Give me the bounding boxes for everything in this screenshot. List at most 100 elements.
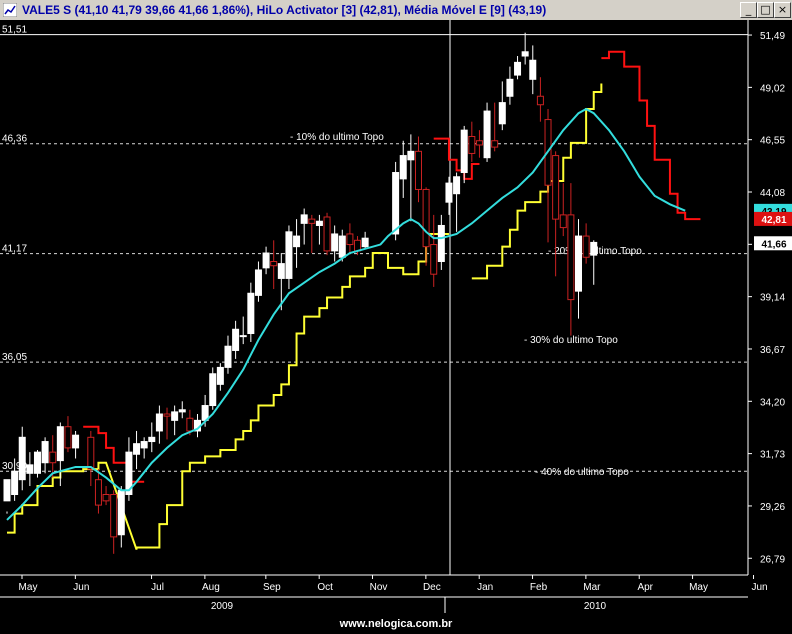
y-tick-label: 36,67 [760, 345, 785, 356]
hilo-value-tag: 42,81 [761, 215, 786, 226]
candle-body [49, 451, 57, 464]
x-month-label: Jan [477, 582, 493, 593]
level-label-1: 46,36 [2, 134, 27, 145]
candle-body [567, 214, 575, 301]
candle-body [529, 59, 537, 80]
level-note-1: - 10% do ultimo Topo [290, 132, 384, 143]
candle-body [308, 218, 316, 224]
candle-body [468, 136, 476, 154]
candle-body [453, 176, 461, 195]
candle-body [506, 78, 514, 97]
candle-body [338, 235, 346, 258]
y-tick-label: 51,49 [760, 31, 785, 42]
candle-body [270, 260, 278, 267]
candle-body [186, 417, 194, 432]
x-month-label: Feb [530, 582, 548, 593]
x-month-label: Mar [583, 582, 601, 593]
candle-body [514, 61, 522, 76]
candle-body [521, 51, 529, 57]
candle-body [445, 182, 453, 203]
candle-body [155, 413, 163, 432]
x-month-label: Nov [370, 582, 388, 593]
x-month-label: Aug [202, 582, 220, 593]
candle-body [171, 411, 179, 421]
candle-body [56, 426, 64, 462]
candle-body [239, 335, 247, 338]
candle-body [346, 233, 354, 246]
y-tick-label: 44,08 [760, 188, 785, 199]
candle-body [552, 155, 560, 220]
x-month-label: Jul [151, 582, 164, 593]
x-month-label: May [689, 582, 708, 593]
candle-body [300, 214, 308, 224]
candle-body [3, 479, 11, 502]
footer-url[interactable]: www.nelogica.com.br [0, 618, 792, 630]
candle-body [72, 434, 80, 449]
candle-body [148, 436, 156, 443]
x-month-label: Oct [317, 582, 333, 593]
candle-body [102, 494, 110, 502]
candle-body [361, 237, 369, 248]
candle-body [590, 241, 598, 256]
y-tick-label: 26,79 [760, 554, 785, 565]
x-month-label: May [19, 582, 38, 593]
level-label-2: 41,17 [2, 244, 27, 255]
x-month-label: Apr [637, 582, 653, 593]
candle-body [430, 244, 438, 275]
candlestick-chart[interactable]: 51,5146,3641,1736,0530,90- 10% do ultimo… [0, 20, 792, 616]
candle-body [422, 188, 430, 248]
footer: www.nelogica.com.br [0, 616, 792, 634]
candle-body [178, 409, 186, 413]
maximize-button[interactable]: □ [757, 2, 774, 18]
candle-body [41, 441, 49, 464]
candle-body [475, 140, 483, 146]
candle-body [293, 235, 301, 248]
y-tick-label: 34,20 [760, 397, 785, 408]
x-month-label: Jun [751, 582, 767, 593]
level-label-0: 51,51 [2, 25, 27, 36]
candle-body [11, 470, 19, 496]
year-label-2010: 2010 [584, 601, 607, 612]
window-title-bar: VALE5 S (41,10 41,79 39,66 41,66 1,86%),… [0, 0, 792, 21]
candle-body [575, 235, 582, 292]
candle-body [536, 95, 544, 106]
candle-body [315, 220, 323, 226]
candle-body [140, 441, 148, 449]
minimize-button[interactable]: _ [740, 2, 757, 18]
app-chart-icon [3, 3, 17, 17]
y-tick-label: 46,55 [760, 136, 785, 147]
candle-body [582, 235, 590, 258]
candle-body [87, 436, 95, 470]
candle-body [407, 150, 415, 161]
candle-body [224, 345, 232, 368]
x-month-label: Jun [73, 582, 89, 593]
window-title: VALE5 S (41,10 41,79 39,66 41,66 1,86%),… [22, 3, 547, 17]
candle-body [559, 214, 567, 229]
y-tick-label: 39,14 [760, 293, 785, 304]
candle-body [323, 216, 331, 252]
year-label-2009: 2009 [211, 601, 234, 612]
candle-body [399, 155, 407, 180]
candle-body [460, 129, 468, 174]
y-tick-label: 29,26 [760, 502, 785, 513]
candle-body [285, 231, 293, 279]
candle-body [216, 366, 224, 385]
close-button[interactable]: × [774, 2, 791, 18]
candle-body [163, 413, 171, 417]
candle-body [437, 224, 445, 262]
candle-body [117, 489, 125, 536]
candle-body [254, 269, 262, 296]
candle-body [247, 292, 255, 335]
candle-body [33, 451, 41, 474]
candle-body [110, 494, 118, 538]
last-price-tag: 41,66 [761, 239, 786, 250]
x-month-label: Sep [263, 582, 281, 593]
candle-body [18, 436, 26, 481]
y-tick-label: 49,02 [760, 83, 785, 94]
candle-body [26, 464, 34, 474]
candle-body [414, 150, 422, 190]
x-month-label: Dec [423, 582, 441, 593]
y-tick-label: 31,73 [760, 450, 785, 461]
candle-body [392, 172, 400, 235]
candle-body [277, 263, 285, 279]
